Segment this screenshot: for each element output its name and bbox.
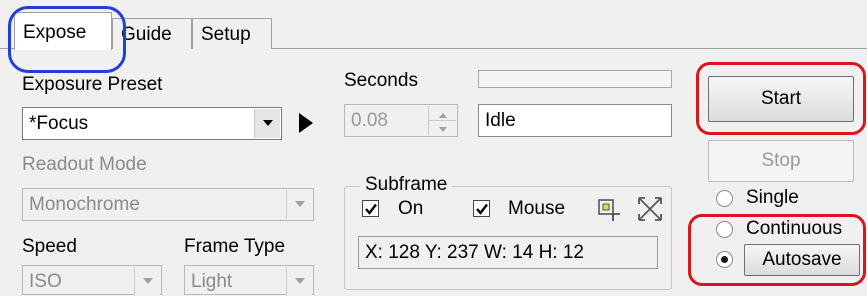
fullframe-icon xyxy=(638,197,662,221)
speed-dropdown[interactable]: ISO xyxy=(22,265,162,296)
subframe-mouse-label: Mouse xyxy=(508,198,566,219)
subframe-info-value: X: 128 Y: 237 W: 14 H: 12 xyxy=(365,242,585,263)
subframe-on-checkbox[interactable] xyxy=(362,200,379,217)
single-label: Single xyxy=(746,187,799,208)
tab-setup[interactable]: Setup xyxy=(192,18,272,49)
status-field: Idle xyxy=(478,104,672,137)
play-button[interactable] xyxy=(290,107,320,139)
frame-type-label: Frame Type xyxy=(184,236,286,257)
exposure-preset-label: Exposure Preset xyxy=(22,74,163,95)
single-radio[interactable] xyxy=(716,190,733,207)
checkmark-icon xyxy=(476,203,488,215)
select-subframe-button[interactable] xyxy=(592,193,622,223)
play-icon xyxy=(299,113,313,133)
readout-mode-label: Readout Mode xyxy=(22,154,147,175)
subframe-mouse-checkbox[interactable] xyxy=(473,200,490,217)
exposure-preset-dropdown[interactable]: *Focus xyxy=(22,107,282,140)
tab-guide-label: Guide xyxy=(121,24,172,45)
dropdown-arrow-icon[interactable] xyxy=(254,109,280,138)
dropdown-arrow-icon[interactable] xyxy=(286,190,312,219)
exposure-preset-value: *Focus xyxy=(29,113,89,134)
subframe-info-field: X: 128 Y: 237 W: 14 H: 12 xyxy=(358,236,658,269)
frame-type-value: Light xyxy=(191,271,233,292)
spin-up-icon[interactable] xyxy=(428,106,456,120)
seconds-label: Seconds xyxy=(344,70,418,91)
subframe-on-label: On xyxy=(398,198,424,219)
subframe-title: Subframe xyxy=(360,174,453,196)
seconds-spinner[interactable]: 0.08 xyxy=(344,104,458,137)
annotation-blue-circle xyxy=(8,6,126,73)
annotation-red-circle-autosave xyxy=(688,214,866,286)
annotation-red-circle-start xyxy=(696,62,866,135)
speed-value: ISO xyxy=(29,271,62,292)
speed-label: Speed xyxy=(22,236,77,257)
status-value: Idle xyxy=(485,110,516,131)
checkmark-icon xyxy=(365,203,377,215)
exposure-progress-bar xyxy=(478,70,672,88)
readout-mode-dropdown[interactable]: Monochrome xyxy=(22,188,314,221)
fullframe-button[interactable] xyxy=(634,193,664,223)
select-subframe-icon xyxy=(598,199,620,221)
frame-type-dropdown[interactable]: Light xyxy=(184,265,314,296)
stop-button[interactable]: Stop xyxy=(708,140,854,182)
readout-mode-value: Monochrome xyxy=(29,194,140,215)
stop-button-label: Stop xyxy=(761,150,801,171)
spin-down-icon[interactable] xyxy=(428,120,456,135)
seconds-value: 0.08 xyxy=(351,110,388,131)
tab-setup-label: Setup xyxy=(201,24,251,45)
